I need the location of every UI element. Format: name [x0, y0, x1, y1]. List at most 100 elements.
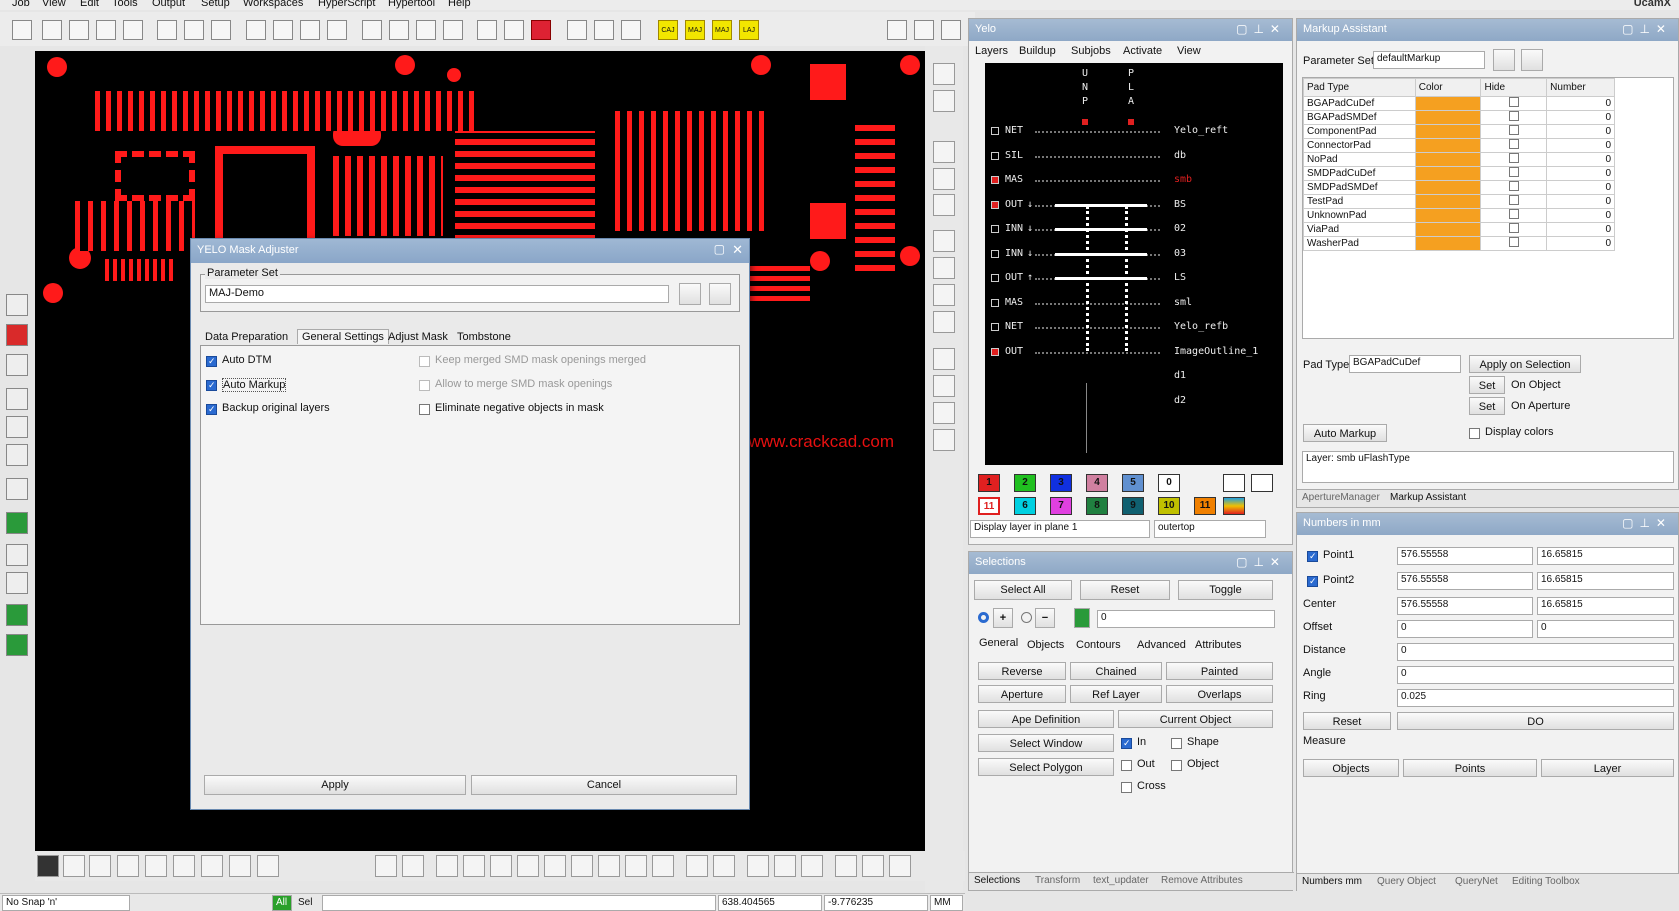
- percent-icon[interactable]: [6, 572, 28, 594]
- current-object-button[interactable]: Current Object: [1118, 710, 1273, 728]
- menu-edit[interactable]: Edit: [80, 0, 99, 9]
- odb-icon[interactable]: [300, 20, 320, 40]
- color-cell[interactable]: [1414, 194, 1482, 209]
- pad-type-select[interactable]: BGAPadCuDef: [1349, 355, 1461, 373]
- save-as-icon[interactable]: [123, 20, 143, 40]
- tab-transform[interactable]: Transform: [1035, 875, 1080, 886]
- tab-editing-toolbox[interactable]: Editing Toolbox: [1512, 876, 1580, 887]
- cross-icon[interactable]: [89, 855, 111, 877]
- offset-x-field[interactable]: 0: [1397, 620, 1533, 638]
- numbers-reset-button[interactable]: Reset: [1303, 712, 1391, 730]
- tab-query-object[interactable]: Query Object: [1377, 876, 1436, 887]
- hide-checkbox[interactable]: [1508, 195, 1519, 205]
- set-object-button[interactable]: Set: [1469, 376, 1505, 394]
- select-window-button[interactable]: Select Window: [978, 734, 1114, 752]
- menu-view[interactable]: View: [42, 0, 66, 9]
- color-cell[interactable]: [1414, 152, 1482, 167]
- hide-cell[interactable]: [1480, 152, 1548, 167]
- person-up-icon[interactable]: [941, 20, 961, 40]
- table-row[interactable]: ComponentPad 0: [1303, 124, 1615, 139]
- menu-tools[interactable]: Tools: [112, 0, 138, 9]
- zoom-out-icon[interactable]: [933, 311, 955, 333]
- remove-radio[interactable]: [1021, 612, 1032, 623]
- layer-swatch[interactable]: 2: [1014, 474, 1036, 492]
- tab-general-settings[interactable]: General Settings: [297, 329, 389, 344]
- hide-cell[interactable]: [1480, 194, 1548, 209]
- copy-icon[interactable]: [862, 855, 884, 877]
- command-field[interactable]: [322, 895, 716, 911]
- layer-row[interactable]: MAS sml: [991, 297, 1281, 311]
- angle-field[interactable]: 0: [1397, 666, 1674, 684]
- all-toggle[interactable]: All: [272, 895, 292, 911]
- list-icon[interactable]: [933, 141, 955, 163]
- layer-visibility-checkbox[interactable]: [991, 127, 999, 135]
- table-row[interactable]: SMDPadSMDef 0: [1303, 180, 1615, 195]
- panel-controls-icon[interactable]: ▢⊥✕: [1622, 22, 1672, 36]
- overlaps-button[interactable]: Overlaps: [1166, 685, 1273, 703]
- zoom-in-icon[interactable]: [933, 284, 955, 306]
- layer-row[interactable]: SIL db: [991, 150, 1281, 164]
- hide-cell[interactable]: [1480, 138, 1548, 153]
- snap-arc-icon[interactable]: [201, 855, 223, 877]
- house-icon[interactable]: [531, 20, 551, 40]
- person-icon[interactable]: [887, 20, 907, 40]
- display-colors-checkbox[interactable]: [1469, 428, 1480, 439]
- open-job-icon[interactable]: [42, 20, 62, 40]
- cut-icon[interactable]: [598, 855, 620, 877]
- hide-checkbox[interactable]: [1508, 153, 1519, 163]
- list-view-icon[interactable]: [1223, 474, 1245, 492]
- layer-swatch[interactable]: 1: [978, 474, 1000, 492]
- table-row[interactable]: UnknownPad 0: [1303, 208, 1615, 223]
- point2-y-field[interactable]: 16.65815: [1537, 572, 1674, 590]
- toggle-button[interactable]: Toggle: [1178, 580, 1273, 600]
- table-row[interactable]: NoPad 0: [1303, 152, 1615, 167]
- table-row[interactable]: WasherPad 0: [1303, 236, 1615, 251]
- distance-field[interactable]: 0: [1397, 643, 1674, 661]
- snap-icon[interactable]: [145, 855, 167, 877]
- maj-2-icon[interactable]: MAJ: [712, 20, 732, 40]
- layer-color-icon[interactable]: [1074, 608, 1090, 628]
- copy-layer-icon[interactable]: [6, 354, 28, 376]
- box-edit-icon[interactable]: [517, 855, 539, 877]
- cancel-button[interactable]: Cancel: [471, 775, 737, 795]
- hide-cell[interactable]: [1480, 110, 1548, 125]
- point1-checkbox[interactable]: [1307, 551, 1318, 562]
- table-row[interactable]: BGAPadCuDef 0: [1303, 96, 1615, 111]
- set-aperture-button[interactable]: Set: [1469, 397, 1505, 415]
- layer-swatch[interactable]: 7: [1050, 497, 1072, 515]
- painted-button[interactable]: Painted: [1166, 662, 1273, 680]
- yelo-menu-activate[interactable]: Activate: [1123, 45, 1162, 57]
- select-all-button[interactable]: Select All: [974, 580, 1072, 600]
- layer-row[interactable]: OUT ↓ BS: [991, 199, 1281, 213]
- line-icon[interactable]: [436, 855, 458, 877]
- grid-icon[interactable]: [443, 20, 463, 40]
- hide-cell[interactable]: [1480, 124, 1548, 139]
- out-checkbox[interactable]: [1121, 760, 1132, 771]
- ape-definition-button[interactable]: Ape Definition: [978, 710, 1114, 728]
- center-x-field[interactable]: 576.55558: [1397, 597, 1533, 615]
- refresh-icon[interactable]: [801, 855, 823, 877]
- layer-swatch[interactable]: 11: [978, 497, 1000, 515]
- color-cell[interactable]: [1414, 180, 1482, 195]
- measure-objects-button[interactable]: Objects: [1303, 759, 1399, 777]
- globe-2-icon[interactable]: [686, 855, 708, 877]
- auto-markup-checkbox[interactable]: [206, 380, 217, 391]
- snap-center-icon[interactable]: [117, 855, 139, 877]
- tab-attributes[interactable]: Attributes: [1195, 639, 1241, 651]
- list-view-2-icon[interactable]: [1251, 474, 1273, 492]
- table-row[interactable]: TestPad 0: [1303, 194, 1615, 209]
- do-button[interactable]: DO: [1397, 712, 1674, 730]
- allow-merge-checkbox[interactable]: [419, 380, 430, 391]
- selection-value-field[interactable]: 0: [1097, 610, 1275, 628]
- power-2-icon[interactable]: [567, 20, 587, 40]
- cross-checkbox[interactable]: [1121, 782, 1132, 793]
- menu-hypertool[interactable]: Hypertool: [388, 0, 435, 9]
- save-markup-icon[interactable]: [1493, 49, 1515, 71]
- reverse-button[interactable]: Reverse: [978, 662, 1066, 680]
- color-cell[interactable]: [1414, 138, 1482, 153]
- layer-visibility-checkbox[interactable]: [991, 249, 999, 258]
- hide-cell[interactable]: [1480, 166, 1548, 181]
- trash-icon[interactable]: [709, 283, 731, 305]
- point1-x-field[interactable]: 576.55558: [1397, 547, 1533, 565]
- hide-checkbox[interactable]: [1508, 209, 1519, 219]
